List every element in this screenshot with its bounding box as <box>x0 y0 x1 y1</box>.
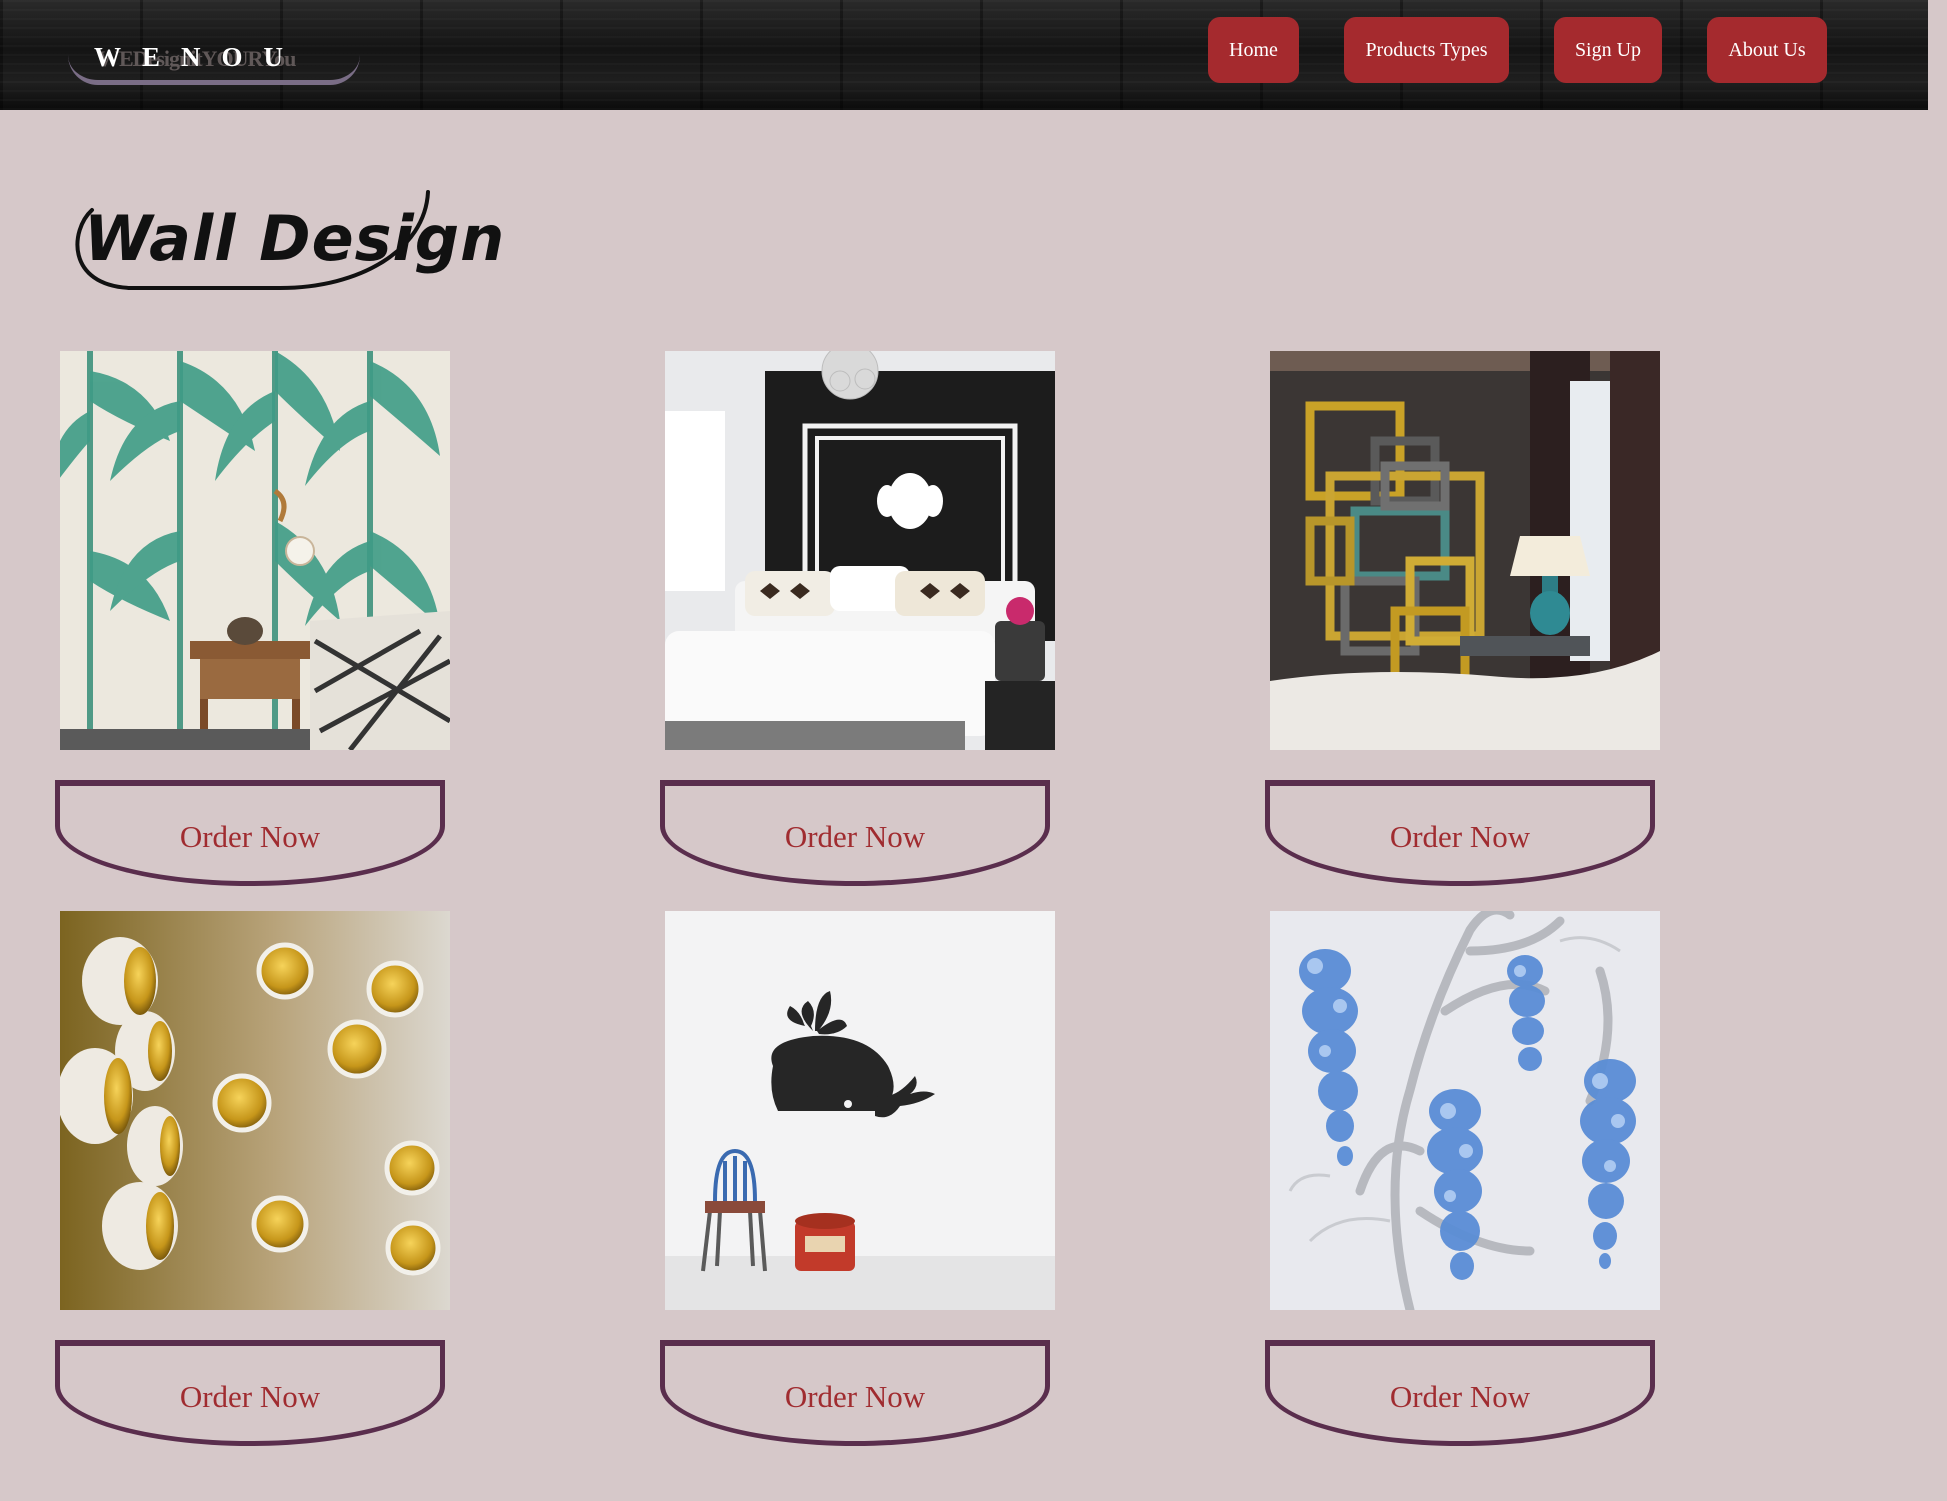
site-logo[interactable]: WEDesignitYOURYou WENOU <box>68 30 360 85</box>
order-now-button[interactable]: Order Now <box>660 780 1050 886</box>
product-image-whale-decal <box>665 911 1055 1310</box>
product-image-gold-bowls-wall <box>60 911 450 1310</box>
order-now-button[interactable]: Order Now <box>1265 1340 1655 1446</box>
order-now-button[interactable]: Order Now <box>660 1340 1050 1446</box>
nav-products-types-button[interactable]: Products Types <box>1344 17 1509 83</box>
page-title-block: Wall Design <box>70 190 504 295</box>
product-image-wisteria-wallpaper <box>1270 911 1660 1310</box>
order-now-button[interactable]: Order Now <box>55 1340 445 1446</box>
product-image-palm-wallpaper <box>60 351 450 750</box>
nav-home-button[interactable]: Home <box>1208 17 1299 83</box>
site-header: WEDesignitYOURYou WENOU Home Products Ty… <box>0 0 1928 110</box>
logo-text: WENOU <box>94 42 305 72</box>
nav-sign-up-button[interactable]: Sign Up <box>1554 17 1662 83</box>
nav-about-us-button[interactable]: About Us <box>1707 17 1827 83</box>
product-image-gold-frames-wall <box>1270 351 1660 750</box>
product-image-black-wall-bedroom <box>665 351 1055 750</box>
order-now-button[interactable]: Order Now <box>1265 780 1655 886</box>
page-title: Wall Design <box>84 202 506 275</box>
order-now-button[interactable]: Order Now <box>55 780 445 886</box>
